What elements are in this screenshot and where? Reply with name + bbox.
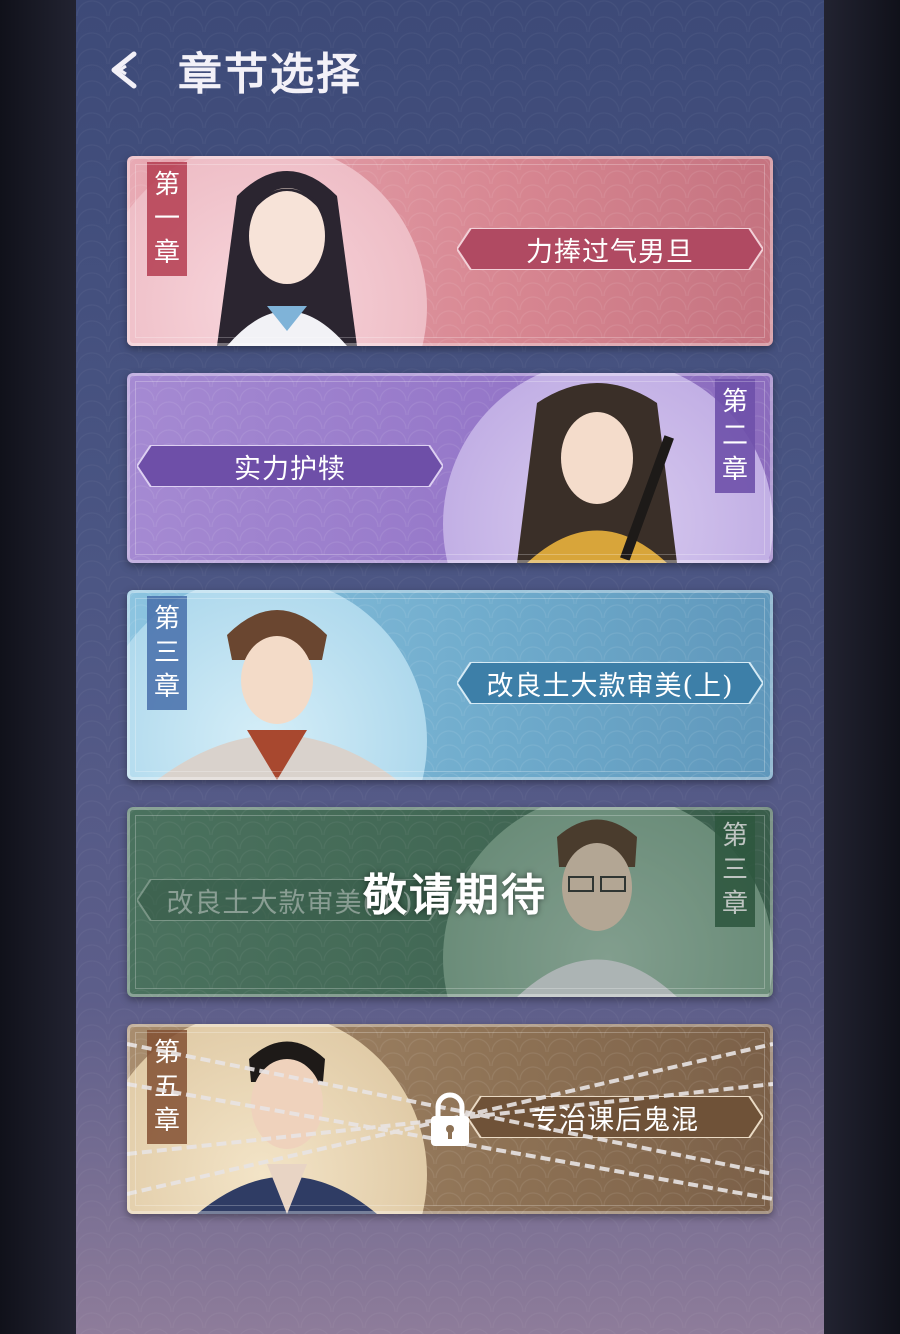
back-button[interactable] [100,44,152,96]
chapter-tag-char: 章 [153,672,180,702]
character-portrait [217,171,357,346]
character-portrait [517,383,677,563]
chapter-card-5[interactable]: 第 五 章 专治课后鬼混 [127,1024,773,1214]
chapter-tag-char: 第 [153,170,180,200]
chapter-title: 改良土大款审美(上) [486,670,734,702]
chapter-tag: 第 三 章 [147,596,187,710]
left-backdrop [0,0,76,1334]
chapter-title: 力捧过气男旦 [526,236,694,268]
chapter-card-1[interactable]: 第 一 章 力捧过气男旦 [127,156,773,346]
chapter-tag-char: 章 [721,455,748,485]
chapter-title: 专治课后鬼混 [531,1104,699,1136]
chapter-title-ribbon: 改良土大款审美(上) [457,662,763,704]
right-backdrop [824,0,900,1334]
chapter-tag-char: 三 [153,638,180,668]
chapter-tag-char: 章 [153,238,180,268]
chapter-card-3[interactable]: 第 三 章 改良土大款审美(上) [127,590,773,780]
chapter-tag-char: 一 [153,204,180,234]
chapter-tag-char: 第 [721,387,748,417]
chapter-card-4[interactable]: 第 三 章 改良土大款审美(下) 敬请期待 [127,807,773,997]
chapter-tag: 第 一 章 [147,162,187,276]
chapter-tag-char: 二 [721,421,748,451]
chapter-tag-char: 第 [153,604,180,634]
lock-icon [431,1092,469,1146]
coming-soon-label: 敬请期待 [363,870,547,921]
character-portrait [157,610,397,780]
page-title: 章节选择 [178,49,362,100]
chapter-title: 实力护犊 [234,453,346,485]
chapter-card-2[interactable]: 第 二 章 实力护犊 [127,373,773,563]
back-arrow-icon [111,51,137,89]
chapter-title-ribbon: 力捧过气男旦 [457,228,763,270]
chapter-tag: 第 二 章 [715,379,755,493]
chapter-title-ribbon: 实力护犊 [137,445,443,487]
